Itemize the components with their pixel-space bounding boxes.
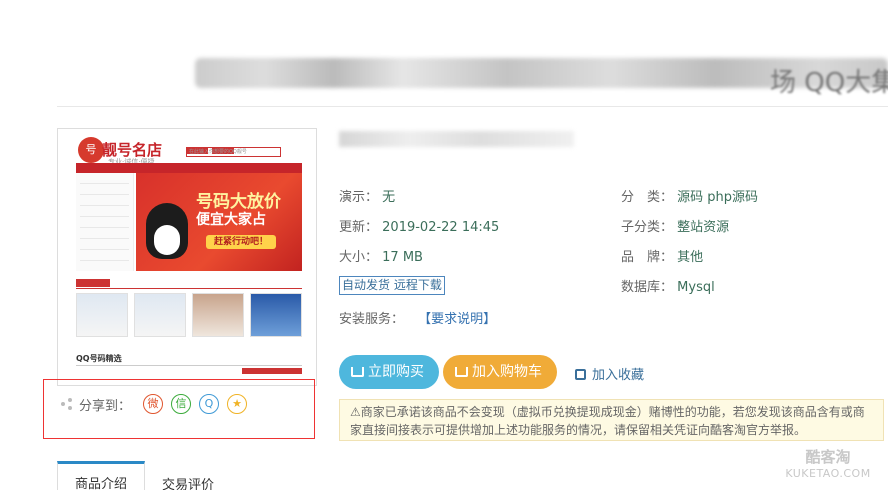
updated-value: 2019-02-22 14:45: [382, 220, 500, 235]
size-label: 大小：: [339, 250, 379, 265]
share-bar: 分享到： 微 信 Q ★: [61, 393, 255, 415]
delivery-badge: 自动发货 远程下载: [339, 276, 445, 295]
banner-subline: 便宜大家占: [196, 212, 266, 228]
database-row: 数据库： Mysql: [621, 276, 715, 295]
brand-row: 品 牌： 其他: [621, 246, 703, 265]
brand-link[interactable]: 其他: [677, 250, 703, 265]
penguin-mascot-icon: [146, 203, 188, 259]
thumbnail-section-line: [76, 365, 302, 374]
thumbnail-screenshots: [76, 293, 302, 341]
wechat-icon[interactable]: 信: [171, 394, 192, 414]
demo-label: 演示：: [339, 190, 379, 205]
weibo-icon[interactable]: 微: [143, 394, 164, 414]
thumbnail-banner: 号码大放价 便宜大家占 赶紧行动吧！: [136, 173, 302, 271]
subcategory-label: 子分类：: [621, 220, 674, 235]
thumbnail-search-tabs: [186, 139, 246, 154]
size-value: 17 MB: [382, 250, 423, 265]
category-link[interactable]: 源码 php源码: [677, 190, 758, 205]
install-row: 安装服务： 【要求说明】: [339, 308, 496, 327]
subcategory-row: 子分类： 整站资源: [621, 216, 729, 235]
cart-icon: [455, 367, 468, 377]
favorite-icon: [575, 369, 586, 380]
add-favorite-link[interactable]: 加入收藏: [575, 364, 644, 383]
watermark-name: 酷客淘: [805, 448, 851, 466]
thumbnail-section-bar: [76, 279, 302, 289]
cart-icon: [351, 367, 364, 377]
qzone-icon[interactable]: ★: [227, 394, 248, 414]
watermark-domain: KUKETAO.COM: [785, 467, 871, 480]
thumbnail-nav-bar: [76, 163, 302, 173]
thumbnail-search: 在此输入你想要的QQ靓号: [186, 147, 281, 157]
thumbnail-section-title: QQ号码精选: [76, 354, 122, 363]
product-thumbnail[interactable]: 号 靓号名店 专业·诚信·便捷 在此输入你想要的QQ靓号 号码大放价 便宜大家占…: [57, 128, 317, 386]
updated-row: 更新： 2019-02-22 14:45: [339, 216, 499, 235]
tab-reviews[interactable]: 交易评价: [162, 474, 214, 490]
share-icon: [61, 398, 73, 410]
thumbnail-sidebar: [76, 173, 134, 271]
install-label: 安装服务：: [339, 312, 405, 327]
add-to-cart-label: 加入购物车: [472, 364, 542, 380]
share-label: 分享到：: [79, 398, 132, 414]
product-subtitle-blurred: [339, 131, 574, 147]
add-to-cart-button[interactable]: 加入购物车: [443, 355, 557, 389]
database-value: Mysql: [677, 280, 715, 295]
buy-now-label: 立即购买: [368, 364, 424, 380]
add-favorite-label: 加入收藏: [592, 368, 645, 383]
qq-icon[interactable]: Q: [199, 394, 220, 414]
database-label: 数据库：: [621, 280, 674, 295]
category-row: 分 类： 源码 php源码: [621, 186, 758, 205]
updated-label: 更新：: [339, 220, 379, 235]
demo-value: 无: [382, 190, 396, 205]
banner-cta: 赶紧行动吧！: [206, 235, 276, 249]
buy-now-button[interactable]: 立即购买: [339, 355, 439, 389]
brand-label: 品 牌：: [621, 250, 674, 265]
demo-row: 演示： 无: [339, 186, 395, 205]
product-title-tail: 场 QQ大集: [770, 68, 888, 98]
warning-notice: ⚠商家已承诺该商品不会变现（虚拟币兑换提现成现金）赌博性的功能，若您发现该商品含…: [339, 399, 884, 441]
tab-product-intro[interactable]: 商品介绍: [57, 461, 145, 490]
subcategory-link[interactable]: 整站资源: [677, 220, 729, 235]
size-row: 大小： 17 MB: [339, 246, 423, 265]
watermark: 酷客淘 KUKETAO.COM: [778, 446, 878, 480]
install-link[interactable]: 【要求说明】: [418, 312, 496, 327]
site-logo-icon: 号: [78, 137, 104, 163]
header-divider: [57, 106, 888, 107]
category-label: 分 类：: [621, 190, 674, 205]
